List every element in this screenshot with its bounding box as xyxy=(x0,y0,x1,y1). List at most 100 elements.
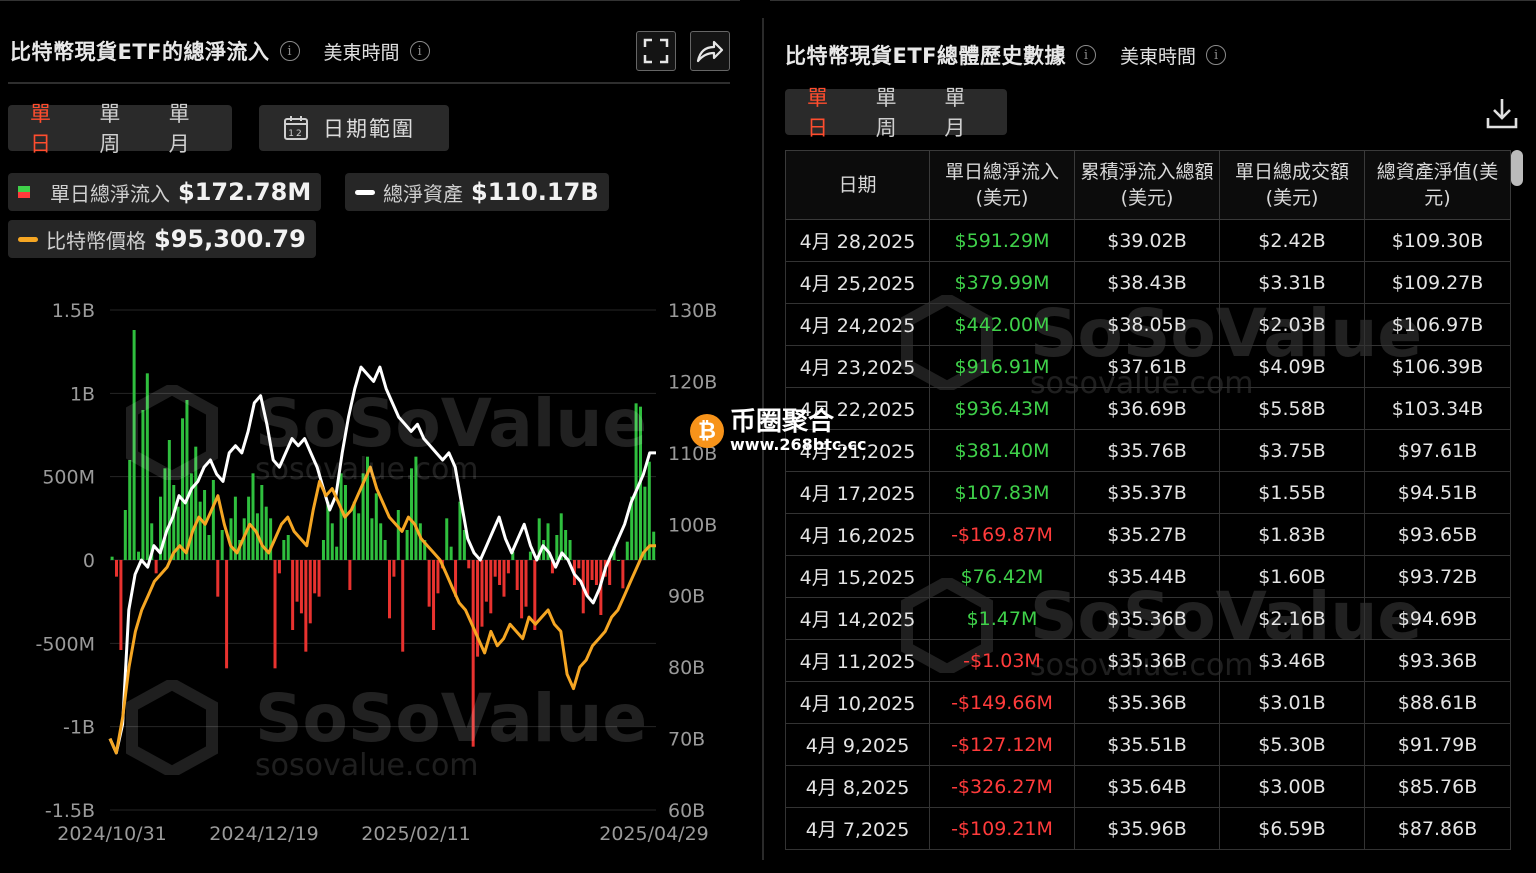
tab-weekly[interactable]: 單周 xyxy=(862,82,931,142)
line-swatch-icon xyxy=(18,236,38,242)
legend-inflow[interactable]: 單日總淨流入 $172.78M xyxy=(8,173,322,211)
cell-volume: $1.83B xyxy=(1219,513,1365,556)
column-header[interactable]: 累積淨流入總額(美元) xyxy=(1074,150,1220,220)
date-range-button[interactable]: 12 日期範圍 xyxy=(259,105,449,151)
inflow-bar xyxy=(115,560,119,577)
cell-daily-inflow: $1.47M xyxy=(929,597,1075,640)
inflow-bar xyxy=(339,473,343,560)
info-icon[interactable]: i xyxy=(1206,45,1227,65)
inflow-bar xyxy=(277,560,281,574)
y-left-tick-label: 1.5B xyxy=(52,300,95,322)
cell-cumulative-inflow: $37.61B xyxy=(1074,345,1220,388)
inflow-bar xyxy=(401,560,405,652)
cell-date: 4月 24,2025 xyxy=(785,303,930,346)
cell-net-assets: $85.76B xyxy=(1364,765,1511,808)
inflow-bar xyxy=(445,518,449,560)
legend-inflow-value: $172.78M xyxy=(178,178,312,206)
tab-weekly[interactable]: 單周 xyxy=(85,98,154,158)
y-right-tick-label: 90B xyxy=(668,586,705,608)
download-button[interactable] xyxy=(1485,96,1519,134)
legend-price[interactable]: 比特幣價格 $95,300.79 xyxy=(8,220,316,258)
inflow-bar xyxy=(577,560,581,569)
column-header[interactable]: 單日總淨流入(美元) xyxy=(929,150,1075,220)
bar-swatch-icon xyxy=(18,186,30,198)
table-row: 4月 21,2025 $381.40M $35.76B $3.75B $97.61B xyxy=(785,429,1511,472)
share-button[interactable] xyxy=(690,31,730,71)
column-header[interactable]: 單日總成交額(美元) xyxy=(1219,150,1365,220)
y-left-tick-label: -500M xyxy=(35,633,95,655)
table-row: 4月 25,2025 $379.99M $38.43B $3.31B $109.27B xyxy=(785,261,1511,304)
cell-daily-inflow: -$149.66M xyxy=(929,681,1075,724)
cell-net-assets: $93.65B xyxy=(1364,513,1511,556)
tab-daily[interactable]: 單日 xyxy=(793,82,862,142)
inflow-bar xyxy=(352,501,356,560)
bitcoin-icon: ₿ xyxy=(690,414,724,448)
cell-volume: $2.16B xyxy=(1219,597,1365,640)
cell-volume: $3.31B xyxy=(1219,261,1365,304)
inflow-bar xyxy=(282,540,286,560)
tab-monthly[interactable]: 單月 xyxy=(930,82,999,142)
tab-monthly[interactable]: 單月 xyxy=(155,98,224,158)
cell-daily-inflow: -$109.21M xyxy=(929,807,1075,850)
inflow-bar xyxy=(432,560,436,630)
tab-daily[interactable]: 單日 xyxy=(16,98,85,158)
y-left-tick-label: 0 xyxy=(83,550,95,572)
net-inflow-panel: 比特幣現貨ETF的總淨流入 i 美東時間 i 單日 單周 單月 12 日期範圍 xyxy=(0,0,740,873)
inflow-bar xyxy=(462,530,466,560)
inflow-bar xyxy=(506,560,510,574)
inflow-bar xyxy=(405,530,409,560)
cell-net-assets: $91.79B xyxy=(1364,723,1511,766)
fullscreen-button[interactable] xyxy=(636,31,676,71)
cell-volume: $3.75B xyxy=(1219,429,1365,472)
table-header-row: 日期 單日總淨流入(美元) 累積淨流入總額(美元) 單日總成交額(美元) 總資產… xyxy=(785,150,1511,220)
inflow-bar xyxy=(594,560,598,585)
cell-cumulative-inflow: $38.43B xyxy=(1074,261,1220,304)
y-right-tick-label: 120B xyxy=(668,371,717,393)
y-left-tick-label: -1.5B xyxy=(45,800,95,822)
inflow-bar xyxy=(502,560,506,597)
cell-net-assets: $94.51B xyxy=(1364,471,1511,514)
inflow-bar xyxy=(471,560,475,747)
cell-cumulative-inflow: $38.05B xyxy=(1074,303,1220,346)
cell-daily-inflow: $936.43M xyxy=(929,387,1075,430)
cell-date: 4月 15,2025 xyxy=(785,555,930,598)
inflow-bar xyxy=(176,506,180,560)
inflow-bar xyxy=(251,473,255,560)
timezone-label: 美東時間 xyxy=(323,41,400,64)
inflow-bar xyxy=(163,468,167,560)
cell-daily-inflow: -$326.27M xyxy=(929,765,1075,808)
info-icon[interactable]: i xyxy=(409,41,430,61)
fullscreen-icon xyxy=(643,38,669,64)
cell-cumulative-inflow: $35.76B xyxy=(1074,429,1220,472)
cell-net-assets: $103.34B xyxy=(1364,387,1511,430)
inflow-bar xyxy=(515,560,519,590)
inflow-bar xyxy=(498,560,502,585)
inflow-bar xyxy=(458,501,462,560)
inflow-bar xyxy=(379,523,383,560)
legend-assets[interactable]: 總淨資產 $110.17B xyxy=(345,173,609,211)
cell-volume: $3.01B xyxy=(1219,681,1365,724)
legend-assets-label: 總淨資產 xyxy=(383,181,463,206)
table-row: 4月 28,2025 $591.29M $39.02B $2.42B $109.30B xyxy=(785,219,1511,262)
cell-daily-inflow: $591.29M xyxy=(929,219,1075,262)
inflow-bar xyxy=(634,403,638,560)
inflow-bar xyxy=(590,560,594,580)
cell-daily-inflow: -$1.03M xyxy=(929,639,1075,682)
inflow-bar xyxy=(524,560,528,607)
inflow-bar xyxy=(313,560,317,594)
inflow-bar xyxy=(489,560,493,614)
calendar-icon: 12 xyxy=(284,116,308,140)
info-icon[interactable]: i xyxy=(279,41,300,61)
column-header[interactable]: 日期 xyxy=(785,150,930,220)
cell-net-assets: $88.61B xyxy=(1364,681,1511,724)
cell-cumulative-inflow: $35.27B xyxy=(1074,513,1220,556)
table-row: 4月 17,2025 $107.83M $35.37B $1.55B $94.51B xyxy=(785,471,1511,514)
column-header[interactable]: 總資產淨值(美元) xyxy=(1364,150,1511,220)
cell-cumulative-inflow: $35.36B xyxy=(1074,681,1220,724)
table-scrollbar[interactable] xyxy=(1511,150,1523,186)
cell-net-assets: $109.30B xyxy=(1364,219,1511,262)
info-icon[interactable]: i xyxy=(1076,45,1097,65)
cell-cumulative-inflow: $35.51B xyxy=(1074,723,1220,766)
inflow-bar xyxy=(317,560,321,597)
inflow-bar xyxy=(625,541,629,560)
